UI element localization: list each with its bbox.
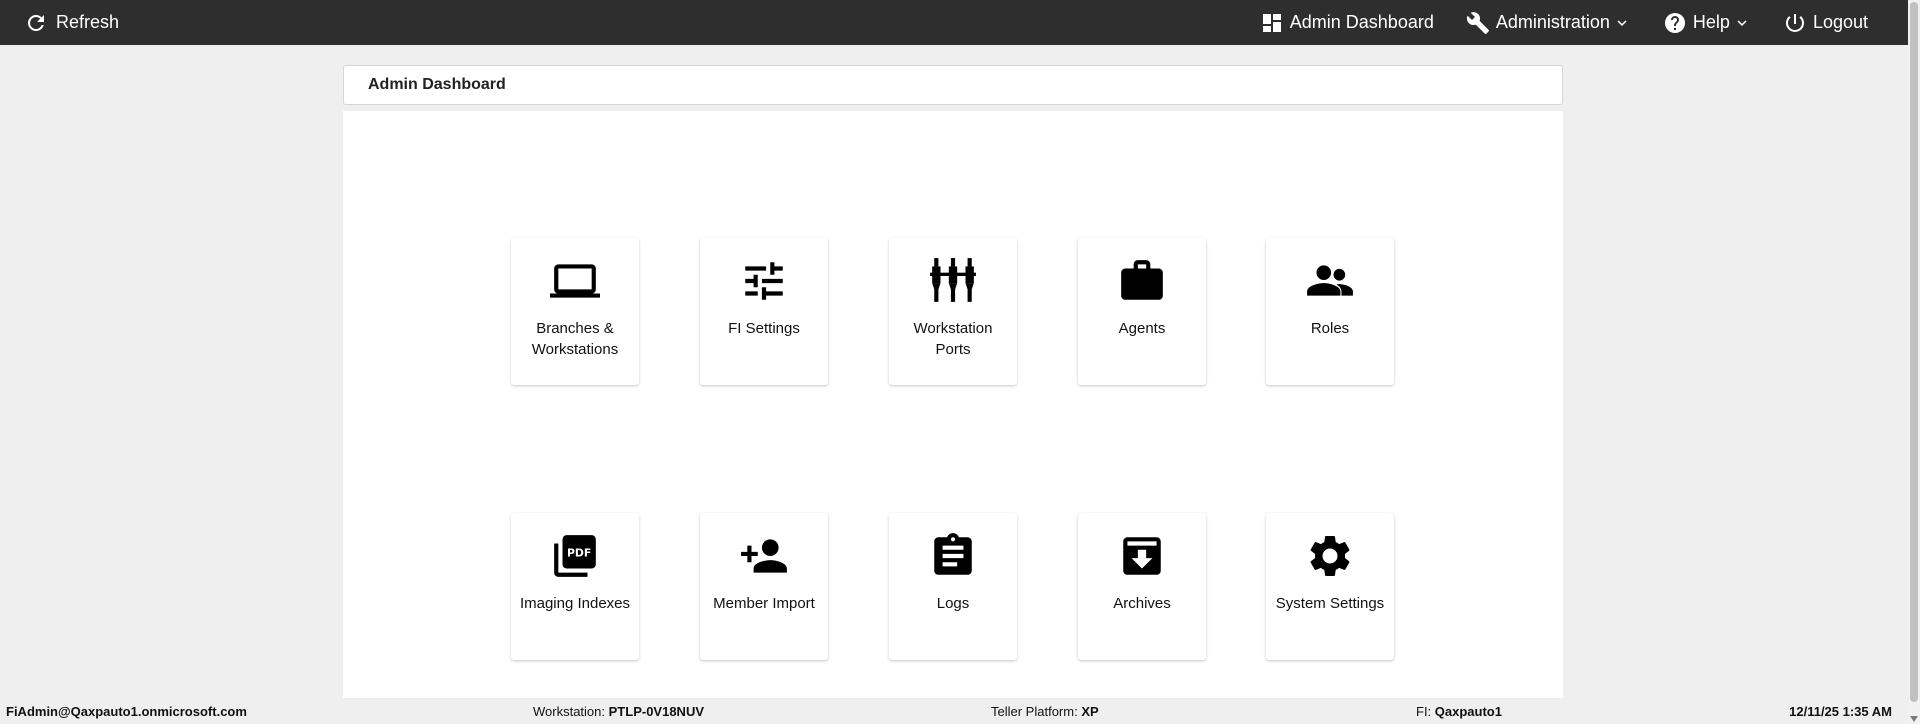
people-icon [1307,265,1353,296]
tile-label: Branches & Workstations [531,320,619,358]
nav-administration[interactable]: Administration [1466,11,1631,35]
tile-archives[interactable]: Archives [1078,513,1206,660]
nav-admin-dashboard-label: Admin Dashboard [1289,12,1434,32]
tile-logs[interactable]: Logs [889,513,1017,660]
clipboard-icon [934,533,972,575]
chevron-down-icon [1617,19,1627,26]
tile-agents[interactable]: Agents [1078,238,1206,385]
tile-label: Agents [1118,320,1166,337]
status-fi-value: Qaxpauto1 [1434,704,1502,719]
status-platform-value: XP [1081,704,1099,719]
status-datetime-value: 12/11/25 1:35 AM [1789,704,1892,719]
status-platform: Teller Platform: XP [991,704,1099,719]
scrollbar-thumb[interactable] [1910,2,1918,702]
briefcase-icon [1121,260,1163,300]
chevron-down-icon [1737,19,1747,26]
scroll-down-arrow-icon[interactable] [1910,716,1918,722]
gear-icon [1310,535,1350,576]
svg-text:PDF: PDF [567,546,591,559]
person-add-icon [741,539,787,573]
tile-label: Archives [1113,595,1171,612]
nav-logout[interactable]: Logout [1783,11,1868,35]
status-bar: FiAdmin@Qaxpauto1.onmicrosoft.com Workst… [0,698,1908,724]
archive-icon [1123,537,1161,575]
refresh-icon [28,14,44,31]
top-navigation-bar: Refresh Admin Dashboard Administration H… [0,0,1908,45]
dashboard-icon [1262,13,1281,32]
status-datetime: 12/11/25 1:35 AM [1789,704,1892,719]
tile-label: Logs [936,595,970,612]
refresh-button[interactable]: Refresh [24,0,119,45]
status-user: FiAdmin@Qaxpauto1.onmicrosoft.com [6,704,247,719]
tile-system-settings[interactable]: System Settings [1266,513,1394,660]
laptop-icon [550,264,600,298]
refresh-label: Refresh [56,12,120,32]
tune-icon [745,262,783,300]
right-nav: Admin Dashboard Administration Help Logo… [1228,0,1868,45]
status-platform-label: Teller Platform: [991,704,1078,719]
status-fi-label: FI: [1416,704,1432,719]
nav-help[interactable]: Help [1663,11,1751,35]
tile-label: System Settings [1275,595,1385,612]
tile-imaging-indexes[interactable]: PDF Imaging Indexes [511,513,639,660]
help-icon [1664,12,1685,33]
tile-label: Workstation Ports [913,320,993,358]
status-workstation: Workstation: PTLP-0V18NUV [533,704,704,719]
nav-administration-label: Administration [1495,12,1610,32]
tile-roles[interactable]: Roles [1266,238,1394,385]
tile-label: Member Import [713,595,815,612]
dashboard-panel: Branches & Workstations FI Settings Work… [343,111,1563,701]
tile-member-import[interactable]: Member Import [700,513,828,660]
page-title: Admin Dashboard [368,76,506,93]
tile-branches-workstations[interactable]: Branches & Workstations [511,238,639,385]
nav-logout-label: Logout [1812,12,1868,32]
power-icon [1785,13,1804,32]
tile-label: Roles [1310,320,1350,337]
status-user-value: FiAdmin@Qaxpauto1.onmicrosoft.com [6,704,247,719]
status-workstation-label: Workstation: [533,704,606,719]
tile-fi-settings[interactable]: FI Settings [700,238,828,385]
tile-label: Imaging Indexes [519,595,631,612]
status-workstation-value: PTLP-0V18NUV [608,704,705,719]
page-title-card: Admin Dashboard [343,65,1563,105]
status-fi: FI: Qaxpauto1 [1416,704,1502,719]
nav-help-label: Help [1692,12,1730,32]
ports-icon [930,258,976,302]
wrench-icon [1466,11,1489,34]
pdf-icon: PDF [554,535,596,577]
tile-label: FI Settings [728,320,800,337]
vertical-scrollbar[interactable] [1908,0,1920,724]
tile-workstation-ports[interactable]: Workstation Ports [889,238,1017,385]
nav-admin-dashboard[interactable]: Admin Dashboard [1260,11,1434,35]
